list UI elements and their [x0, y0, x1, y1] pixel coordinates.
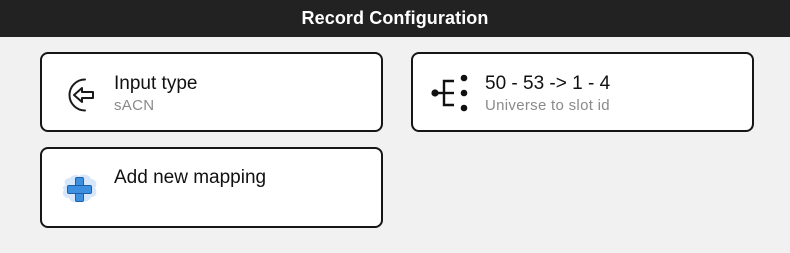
- title-bar: Record Configuration: [0, 0, 790, 37]
- input-type-value: sACN: [114, 97, 155, 114]
- page-title: Record Configuration: [301, 8, 489, 28]
- input-arrow-icon: [68, 78, 94, 112]
- add-mapping-label: Add new mapping: [114, 167, 267, 188]
- mapping-card[interactable]: 50 - 53 -> 1 - 4 Universe to slot id: [411, 52, 754, 132]
- plus-icon: [62, 174, 97, 203]
- mapping-description: Universe to slot id: [485, 97, 610, 114]
- input-type-title: Input type: [114, 73, 198, 94]
- input-type-card[interactable]: Input type sACN: [40, 52, 383, 132]
- add-mapping-card[interactable]: Add new mapping: [40, 147, 383, 228]
- mapping-range-title: 50 - 53 -> 1 - 4: [485, 73, 611, 94]
- tree-mapping-icon: [431, 74, 468, 112]
